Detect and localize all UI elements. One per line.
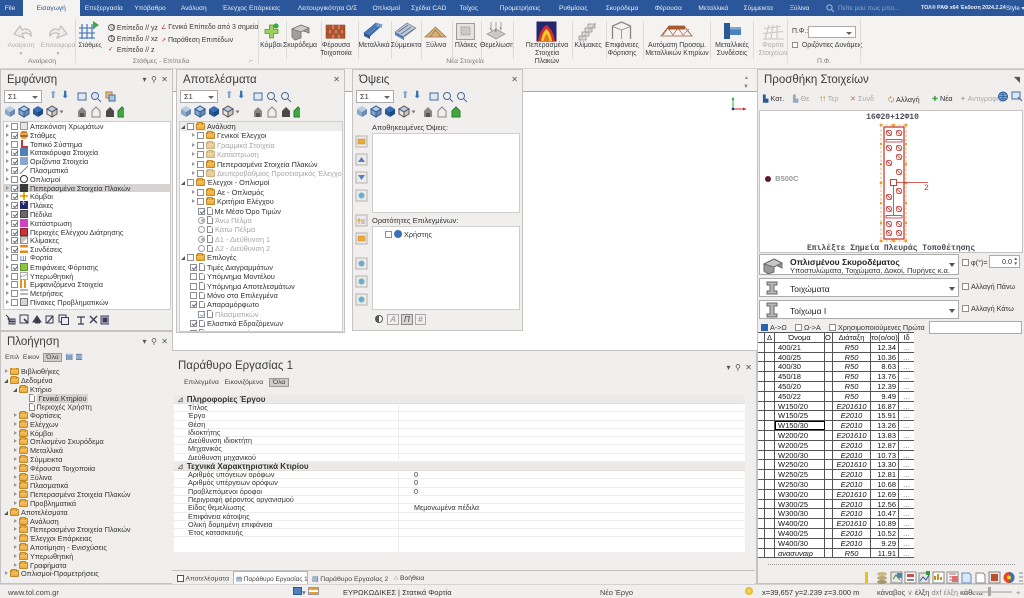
- svg-text:2: 2: [924, 184, 929, 193]
